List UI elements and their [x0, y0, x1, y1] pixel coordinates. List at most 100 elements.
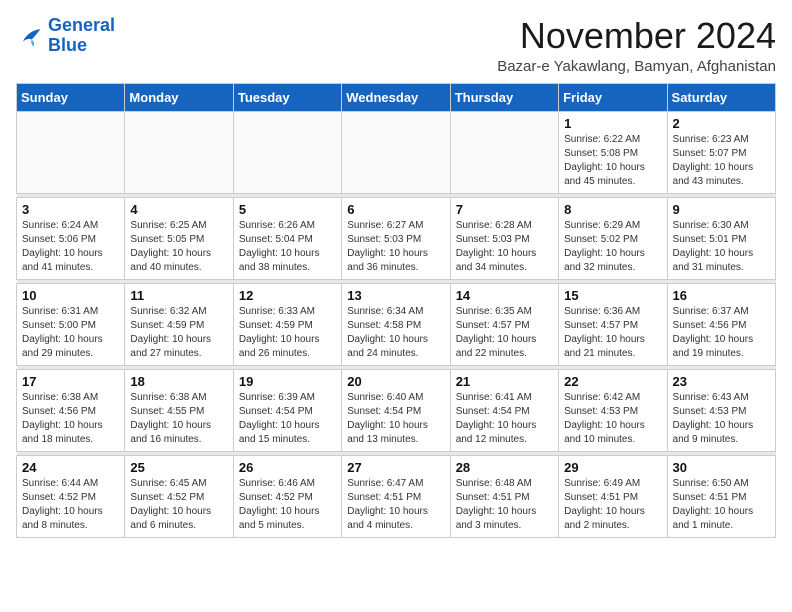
- day-info: Sunrise: 6:50 AM Sunset: 4:51 PM Dayligh…: [673, 477, 770, 533]
- day-number: 17: [22, 374, 119, 389]
- day-info: Sunrise: 6:44 AM Sunset: 4:52 PM Dayligh…: [22, 477, 119, 533]
- day-info: Sunrise: 6:35 AM Sunset: 4:57 PM Dayligh…: [456, 305, 553, 361]
- day-number: 16: [673, 288, 770, 303]
- calendar-week-row: 17 Sunrise: 6:38 AM Sunset: 4:56 PM Dayli…: [17, 369, 776, 451]
- calendar-cell: [342, 111, 450, 193]
- calendar-week-row: 3 Sunrise: 6:24 AM Sunset: 5:06 PM Daylig…: [17, 197, 776, 279]
- logo-blue: Blue: [48, 35, 87, 55]
- calendar-week-row: 10 Sunrise: 6:31 AM Sunset: 5:00 PM Dayli…: [17, 283, 776, 365]
- weekday-header-row: SundayMondayTuesdayWednesdayThursdayFrid…: [17, 83, 776, 111]
- day-number: 25: [130, 460, 227, 475]
- day-info: Sunrise: 6:43 AM Sunset: 4:53 PM Dayligh…: [673, 391, 770, 447]
- day-info: Sunrise: 6:28 AM Sunset: 5:03 PM Dayligh…: [456, 219, 553, 275]
- weekday-header-sunday: Sunday: [17, 83, 125, 111]
- day-number: 6: [347, 202, 444, 217]
- day-number: 8: [564, 202, 661, 217]
- calendar-cell: 27 Sunrise: 6:47 AM Sunset: 4:51 PM Dayli…: [342, 455, 450, 537]
- calendar-cell: 28 Sunrise: 6:48 AM Sunset: 4:51 PM Dayli…: [450, 455, 558, 537]
- day-info: Sunrise: 6:38 AM Sunset: 4:56 PM Dayligh…: [22, 391, 119, 447]
- day-info: Sunrise: 6:48 AM Sunset: 4:51 PM Dayligh…: [456, 477, 553, 533]
- calendar-cell: 1Sunrise: 6:22 AM Sunset: 5:08 PM Daylig…: [559, 111, 667, 193]
- day-number: 3: [22, 202, 119, 217]
- day-number: 9: [673, 202, 770, 217]
- calendar-cell: 14 Sunrise: 6:35 AM Sunset: 4:57 PM Dayli…: [450, 283, 558, 365]
- weekday-header-thursday: Thursday: [450, 83, 558, 111]
- day-info: Sunrise: 6:27 AM Sunset: 5:03 PM Dayligh…: [347, 219, 444, 275]
- day-info: Sunrise: 6:41 AM Sunset: 4:54 PM Dayligh…: [456, 391, 553, 447]
- calendar-table: SundayMondayTuesdayWednesdayThursdayFrid…: [16, 83, 776, 538]
- weekday-header-saturday: Saturday: [667, 83, 775, 111]
- calendar-cell: 3 Sunrise: 6:24 AM Sunset: 5:06 PM Daylig…: [17, 197, 125, 279]
- day-number: 28: [456, 460, 553, 475]
- calendar-cell: 4 Sunrise: 6:25 AM Sunset: 5:05 PM Daylig…: [125, 197, 233, 279]
- day-info: Sunrise: 6:26 AM Sunset: 5:04 PM Dayligh…: [239, 219, 336, 275]
- day-number: 5: [239, 202, 336, 217]
- day-info: Sunrise: 6:38 AM Sunset: 4:55 PM Dayligh…: [130, 391, 227, 447]
- calendar-cell: 17 Sunrise: 6:38 AM Sunset: 4:56 PM Dayli…: [17, 369, 125, 451]
- calendar-cell: 11 Sunrise: 6:32 AM Sunset: 4:59 PM Dayli…: [125, 283, 233, 365]
- day-number: 4: [130, 202, 227, 217]
- month-title: November 2024: [497, 16, 776, 56]
- day-number: 21: [456, 374, 553, 389]
- day-number: 14: [456, 288, 553, 303]
- calendar-cell: 12 Sunrise: 6:33 AM Sunset: 4:59 PM Dayli…: [233, 283, 341, 365]
- logo: General Blue: [16, 16, 115, 56]
- day-info: Sunrise: 6:47 AM Sunset: 4:51 PM Dayligh…: [347, 477, 444, 533]
- weekday-header-monday: Monday: [125, 83, 233, 111]
- day-number: 18: [130, 374, 227, 389]
- day-info: Sunrise: 6:42 AM Sunset: 4:53 PM Dayligh…: [564, 391, 661, 447]
- day-number: 19: [239, 374, 336, 389]
- logo-bird-icon: [16, 22, 44, 50]
- calendar-cell: [233, 111, 341, 193]
- calendar-cell: 18 Sunrise: 6:38 AM Sunset: 4:55 PM Dayli…: [125, 369, 233, 451]
- calendar-cell: 19 Sunrise: 6:39 AM Sunset: 4:54 PM Dayli…: [233, 369, 341, 451]
- calendar-cell: 5 Sunrise: 6:26 AM Sunset: 5:04 PM Daylig…: [233, 197, 341, 279]
- calendar-cell: 22 Sunrise: 6:42 AM Sunset: 4:53 PM Dayli…: [559, 369, 667, 451]
- title-block: November 2024 Bazar-e Yakawlang, Bamyan,…: [497, 16, 776, 75]
- day-number: 20: [347, 374, 444, 389]
- calendar-cell: 15Sunrise: 6:36 AM Sunset: 4:57 PM Dayli…: [559, 283, 667, 365]
- day-number: 10: [22, 288, 119, 303]
- day-info: Sunrise: 6:32 AM Sunset: 4:59 PM Dayligh…: [130, 305, 227, 361]
- day-number: 22: [564, 374, 661, 389]
- day-info: Sunrise: 6:29 AM Sunset: 5:02 PM Dayligh…: [564, 219, 661, 275]
- day-info: Sunrise: 6:39 AM Sunset: 4:54 PM Dayligh…: [239, 391, 336, 447]
- day-info: Sunrise: 6:25 AM Sunset: 5:05 PM Dayligh…: [130, 219, 227, 275]
- calendar-cell: 10 Sunrise: 6:31 AM Sunset: 5:00 PM Dayli…: [17, 283, 125, 365]
- calendar-cell: 20 Sunrise: 6:40 AM Sunset: 4:54 PM Dayli…: [342, 369, 450, 451]
- day-number: 23: [673, 374, 770, 389]
- day-number: 13: [347, 288, 444, 303]
- day-number: 30: [673, 460, 770, 475]
- day-info: Sunrise: 6:30 AM Sunset: 5:01 PM Dayligh…: [673, 219, 770, 275]
- calendar-cell: [450, 111, 558, 193]
- calendar-cell: 21 Sunrise: 6:41 AM Sunset: 4:54 PM Dayli…: [450, 369, 558, 451]
- calendar-cell: 16 Sunrise: 6:37 AM Sunset: 4:56 PM Dayli…: [667, 283, 775, 365]
- calendar-cell: 6 Sunrise: 6:27 AM Sunset: 5:03 PM Daylig…: [342, 197, 450, 279]
- day-number: 12: [239, 288, 336, 303]
- day-number: 7: [456, 202, 553, 217]
- day-info: Sunrise: 6:49 AM Sunset: 4:51 PM Dayligh…: [564, 477, 661, 533]
- day-number: 29: [564, 460, 661, 475]
- calendar-cell: 25Sunrise: 6:45 AM Sunset: 4:52 PM Dayli…: [125, 455, 233, 537]
- day-info: Sunrise: 6:40 AM Sunset: 4:54 PM Dayligh…: [347, 391, 444, 447]
- calendar-cell: 13 Sunrise: 6:34 AM Sunset: 4:58 PM Dayli…: [342, 283, 450, 365]
- day-info: Sunrise: 6:37 AM Sunset: 4:56 PM Dayligh…: [673, 305, 770, 361]
- calendar-week-row: 24 Sunrise: 6:44 AM Sunset: 4:52 PM Dayli…: [17, 455, 776, 537]
- day-info: Sunrise: 6:46 AM Sunset: 4:52 PM Dayligh…: [239, 477, 336, 533]
- day-info: Sunrise: 6:34 AM Sunset: 4:58 PM Dayligh…: [347, 305, 444, 361]
- calendar-cell: 29 Sunrise: 6:49 AM Sunset: 4:51 PM Dayli…: [559, 455, 667, 537]
- day-info: Sunrise: 6:23 AM Sunset: 5:07 PM Dayligh…: [673, 133, 770, 189]
- day-number: 11: [130, 288, 227, 303]
- logo-general: General: [48, 15, 115, 35]
- calendar-cell: [125, 111, 233, 193]
- calendar-cell: 9 Sunrise: 6:30 AM Sunset: 5:01 PM Daylig…: [667, 197, 775, 279]
- day-number: 27: [347, 460, 444, 475]
- day-info: Sunrise: 6:33 AM Sunset: 4:59 PM Dayligh…: [239, 305, 336, 361]
- day-info: Sunrise: 6:31 AM Sunset: 5:00 PM Dayligh…: [22, 305, 119, 361]
- weekday-header-friday: Friday: [559, 83, 667, 111]
- day-number: 24: [22, 460, 119, 475]
- day-number: 2: [673, 116, 770, 131]
- weekday-header-tuesday: Tuesday: [233, 83, 341, 111]
- day-info: Sunrise: 6:24 AM Sunset: 5:06 PM Dayligh…: [22, 219, 119, 275]
- calendar-cell: 24 Sunrise: 6:44 AM Sunset: 4:52 PM Dayli…: [17, 455, 125, 537]
